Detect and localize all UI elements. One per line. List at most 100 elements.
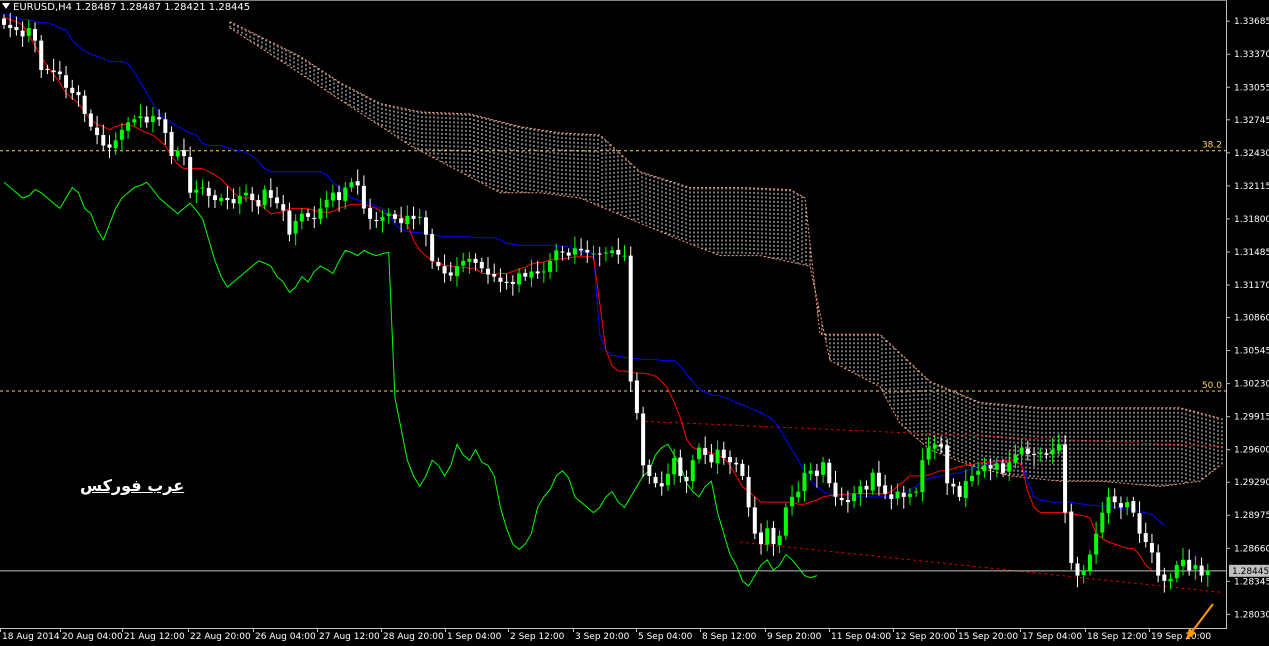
bull-candle (970, 475, 974, 482)
bull-candle (796, 491, 801, 498)
bear-candle (430, 234, 435, 261)
bear-candle (957, 485, 962, 497)
senkou-span-a (229, 21, 1221, 419)
candles (2, 13, 1210, 593)
bear-candle (1063, 444, 1068, 513)
bull-candle (852, 493, 857, 502)
bear-candle (678, 457, 683, 476)
price-tick-label: 1.31800 (1234, 215, 1269, 225)
time-tick-label: 8 Sep 12:00 (702, 632, 757, 642)
bear-candle (101, 135, 106, 146)
bear-candle (504, 281, 509, 283)
bull-candle (417, 216, 422, 218)
bull-candle (1174, 565, 1179, 579)
time-tick-label: 1 Sep 04:00 (447, 632, 502, 642)
bear-candle (1131, 501, 1136, 513)
bull-candle (138, 116, 143, 119)
bull-candle (1087, 554, 1092, 572)
bull-candle (715, 449, 720, 464)
bull-candle (386, 213, 391, 216)
bull-candle (262, 189, 267, 206)
bull-candle (696, 447, 701, 460)
bear-candle (833, 482, 838, 497)
bull-candle (467, 258, 472, 262)
chart-canvas[interactable]: 38.250.0 1.336851.333701.330551.327451.3… (0, 0, 1269, 646)
bull-candle (1205, 570, 1210, 576)
dropdown-triangle-icon[interactable] (2, 3, 10, 9)
bull-candle (517, 273, 522, 285)
time-tick-label: 26 Aug 04:00 (255, 632, 316, 642)
bear-candle (256, 200, 261, 207)
bull-candle (982, 465, 987, 472)
bear-candle (634, 380, 639, 413)
price-tick-label: 1.30545 (1234, 347, 1269, 357)
bull-candle (175, 150, 180, 157)
bear-candle (883, 485, 888, 494)
bear-candle (1199, 565, 1204, 576)
bear-candle (560, 251, 565, 253)
bull-candle (200, 187, 205, 189)
bear-candle (107, 144, 112, 148)
bull-candle (541, 271, 546, 273)
bear-candle (268, 190, 273, 198)
bear-candle (684, 476, 689, 482)
bear-candle (1112, 496, 1117, 503)
bull-candle (591, 253, 596, 255)
bear-candle (653, 476, 658, 484)
time-tick-label: 20 Aug 04:00 (62, 632, 123, 642)
bull-candle (380, 216, 385, 222)
bull-candle (895, 491, 900, 499)
bull-candle (349, 182, 354, 188)
bull-candle (150, 116, 155, 122)
bear-candle (45, 68, 50, 70)
price-tick-label: 1.33055 (1234, 83, 1269, 93)
bear-candle (181, 150, 186, 156)
bear-candle (57, 71, 62, 75)
bear-candle (492, 273, 497, 277)
bull-candle (603, 252, 608, 254)
price-tick-label: 1.32745 (1234, 116, 1269, 126)
bull-candle (299, 213, 304, 222)
bear-candle (206, 187, 211, 196)
bull-candle (554, 250, 559, 261)
bear-candle (82, 95, 87, 115)
bear-candle (703, 448, 708, 455)
bull-candle (802, 472, 807, 492)
bear-candle (95, 127, 100, 136)
time-tick-label: 11 Sep 04:00 (831, 632, 891, 642)
bear-candle (771, 527, 776, 545)
time-tick-label: 27 Aug 12:00 (319, 632, 380, 642)
bear-candle (250, 193, 255, 201)
price-tick-label: 1.32115 (1234, 182, 1269, 192)
time-tick-label: 19 Sep 20:00 (1151, 632, 1211, 642)
senkou-span-b (229, 27, 1221, 487)
bear-candle (306, 213, 311, 217)
bear-candle (498, 277, 503, 282)
bear-candle (814, 470, 819, 476)
bull-candle (777, 535, 782, 546)
bull-candle (461, 260, 466, 266)
bear-candle (64, 75, 69, 88)
bear-candle (275, 197, 280, 204)
bull-candle (926, 447, 931, 460)
bull-candle (821, 462, 826, 475)
price-axis: 1.33685 1.33370 1.33055 1.32745 1.32430 1.321… (0, 0, 1269, 629)
bear-candle (14, 26, 19, 31)
bull-candle (790, 496, 795, 507)
price-tick-label: 1.28660 (1234, 544, 1269, 554)
time-tick-label: 2 Sep 12:00 (510, 632, 565, 642)
bear-candle (579, 248, 584, 251)
bear-candle (479, 261, 484, 269)
bear-candle (740, 463, 745, 476)
ichimoku-cloud (229, 21, 1223, 487)
bull-candle (1013, 454, 1018, 463)
bull-candle (690, 460, 695, 482)
bull-candle (293, 221, 298, 234)
bull-candle (994, 463, 999, 470)
bear-candle (746, 476, 751, 508)
bear-candle (597, 253, 602, 255)
fibo-level-label: 50.0 (1202, 381, 1222, 391)
bull-candle (119, 129, 124, 140)
bear-candle (647, 464, 652, 476)
time-tick-label: 22 Aug 20:00 (190, 632, 251, 642)
